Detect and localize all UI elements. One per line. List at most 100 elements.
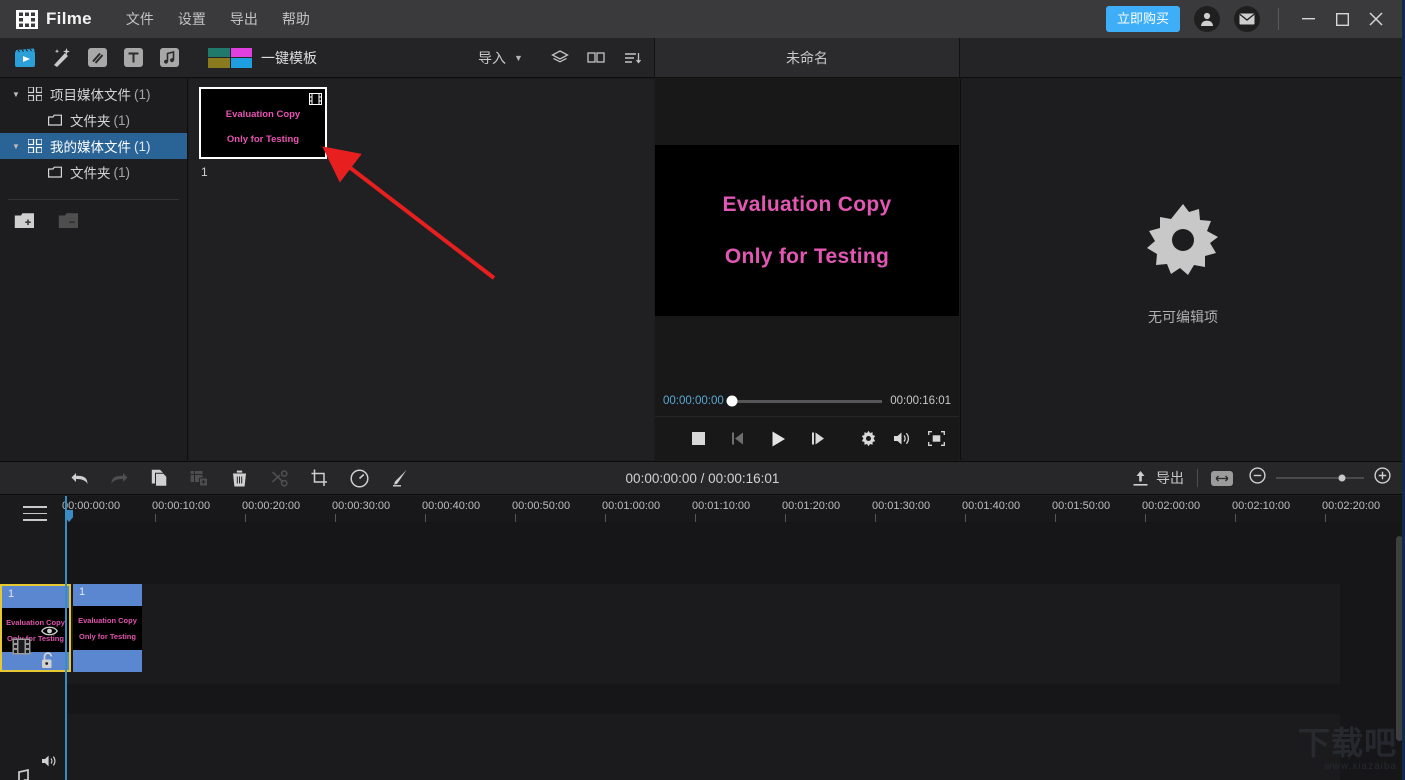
clip-thumbnail: Evaluation Copy Only for Testing (73, 606, 142, 650)
copy-button[interactable] (148, 467, 170, 489)
video-track-header (0, 610, 65, 710)
user-avatar-icon[interactable] (1194, 6, 1220, 32)
delete-button[interactable] (228, 467, 250, 489)
next-frame-button[interactable] (805, 426, 831, 452)
ruler-label: 00:01:10:00 (692, 500, 751, 512)
menu-export[interactable]: 导出 (218, 5, 270, 33)
video-canvas[interactable]: Evaluation Copy Only for Testing (655, 145, 959, 316)
play-button[interactable] (765, 426, 791, 452)
project-title: 未命名 (654, 38, 960, 78)
volume-button[interactable] (889, 426, 915, 452)
settings-button[interactable] (855, 426, 881, 452)
ruler-label: 00:01:40:00 (962, 500, 1021, 512)
sidebar-item-label: 项目媒体文件 (50, 88, 131, 103)
film-strip-icon[interactable] (12, 638, 31, 660)
media-thumbnail[interactable]: Evaluation Copy Only for Testing (199, 87, 327, 159)
undo-button[interactable] (68, 467, 90, 489)
zoom-in-icon[interactable] (1374, 467, 1391, 489)
text-title-icon[interactable] (122, 47, 144, 69)
menu-file[interactable]: 文件 (114, 5, 166, 33)
media-thumb-line1: Evaluation Copy (225, 109, 301, 120)
table-row[interactable]: 1 Evaluation Copy Only for Testing (73, 584, 142, 672)
film-logo-icon (16, 9, 38, 29)
unlock-icon[interactable] (41, 652, 55, 674)
menu-settings[interactable]: 设置 (166, 5, 218, 33)
list-sort-icon[interactable] (620, 46, 644, 70)
preview-scrubber[interactable] (726, 395, 883, 407)
site-watermark: 下载吧 www.xiazaiba (1298, 727, 1397, 772)
redo-button[interactable] (108, 467, 130, 489)
audio-track[interactable] (0, 714, 1340, 780)
clip-number: 1 (79, 586, 86, 598)
preview-progress-row: 00:00:00:00 00:00:16:01 (655, 387, 959, 415)
timeline-toolbar: 00:00:00:00 / 00:00:16:01 导出 (0, 461, 1405, 495)
clip-watermark-line1: Evaluation Copy (78, 615, 137, 625)
previous-frame-button[interactable] (725, 426, 751, 452)
audio-music-icon[interactable] (158, 47, 180, 69)
music-note-icon[interactable] (12, 768, 31, 780)
video-track[interactable]: 1 Evaluation Copy Only for Testing 1 Eva… (0, 584, 1340, 684)
close-icon[interactable] (1359, 0, 1393, 38)
maximize-icon[interactable] (1325, 0, 1359, 38)
stop-button[interactable] (685, 426, 711, 452)
import-button[interactable]: 导入 ▼ (478, 48, 523, 68)
expand-arrow-icon[interactable]: ▼ (8, 142, 24, 151)
titlebar-right-controls: 立即购买 (1105, 0, 1405, 38)
sidebar-item-project-media[interactable]: ▼ 项目媒体文件 (1) (0, 81, 187, 107)
hamburger-menu-icon[interactable] (23, 506, 47, 526)
sidebar-item-my-folder[interactable]: 文件夹 (1) (0, 159, 187, 185)
toolbar-divider (1197, 469, 1198, 487)
sidebar-item-my-media[interactable]: ▼ 我的媒体文件 (1) (0, 133, 187, 159)
clip-watermark-line2: Only for Testing (79, 631, 136, 641)
mail-icon[interactable] (1234, 6, 1260, 32)
color-edit-button[interactable] (388, 467, 410, 489)
ruler-label: 00:01:00:00 (602, 500, 661, 512)
watermark-text: 下载吧 (1297, 725, 1397, 761)
layers-icon[interactable] (548, 46, 572, 70)
add-to-timeline-button[interactable] (188, 467, 210, 489)
ruler-label: 00:01:50:00 (1052, 500, 1111, 512)
ruler-label: 00:01:20:00 (782, 500, 841, 512)
template-label: 一键模板 (261, 49, 317, 66)
split-button[interactable] (268, 467, 290, 489)
no-editable-items-label: 无可编辑项 (1148, 309, 1218, 325)
folder-icon (44, 166, 66, 178)
grid-view-icon[interactable] (584, 46, 608, 70)
fit-to-screen-icon[interactable] (1211, 470, 1233, 486)
media-group-icon (24, 87, 46, 101)
transition-icon[interactable] (86, 47, 108, 69)
zoom-slider-handle[interactable] (1338, 474, 1346, 482)
fullscreen-button[interactable] (923, 426, 949, 452)
chevron-down-icon: ▼ (514, 52, 523, 63)
app-brand-name: Filme (46, 9, 92, 28)
scrubber-handle[interactable] (726, 395, 738, 407)
media-item[interactable]: Evaluation Copy Only for Testing 1 (199, 87, 327, 179)
timeline-ruler[interactable]: 00:00:00:00 00:00:10:00 00:00:20:00 00:0… (62, 496, 1405, 522)
preview-player: Evaluation Copy Only for Testing 00:00:0… (655, 79, 959, 460)
export-button[interactable]: 导出 (1132, 468, 1184, 488)
eye-icon[interactable] (41, 624, 58, 642)
speed-button[interactable] (348, 467, 370, 489)
sidebar-item-label: 文件夹 (70, 114, 111, 129)
one-click-template-button[interactable]: 一键模板 (208, 47, 317, 68)
sidebar-item-label: 文件夹 (70, 166, 111, 181)
sidebar-folder-actions (0, 200, 187, 230)
minimize-icon[interactable] (1291, 0, 1325, 38)
menu-help[interactable]: 帮助 (270, 5, 322, 33)
zoom-out-icon[interactable] (1249, 467, 1266, 489)
expand-arrow-icon[interactable]: ▼ (8, 90, 24, 99)
ruler-label: 00:02:00:00 (1142, 500, 1201, 512)
sidebar-item-project-folder[interactable]: 文件夹 (1) (0, 107, 187, 133)
effects-magic-wand-icon[interactable] (50, 47, 72, 69)
ruler-label: 00:01:30:00 (872, 500, 931, 512)
folder-remove-icon[interactable] (58, 212, 80, 230)
timeline-playhead[interactable] (65, 496, 67, 780)
film-strip-icon (309, 92, 322, 110)
media-clapperboard-icon[interactable] (14, 47, 36, 69)
folder-add-icon[interactable] (14, 212, 36, 230)
timeline-right-controls: 导出 (1132, 467, 1391, 489)
speaker-icon[interactable] (41, 754, 58, 773)
buy-now-button[interactable]: 立即购买 (1105, 6, 1180, 32)
timeline-zoom-slider[interactable] (1276, 474, 1364, 482)
crop-button[interactable] (308, 467, 330, 489)
